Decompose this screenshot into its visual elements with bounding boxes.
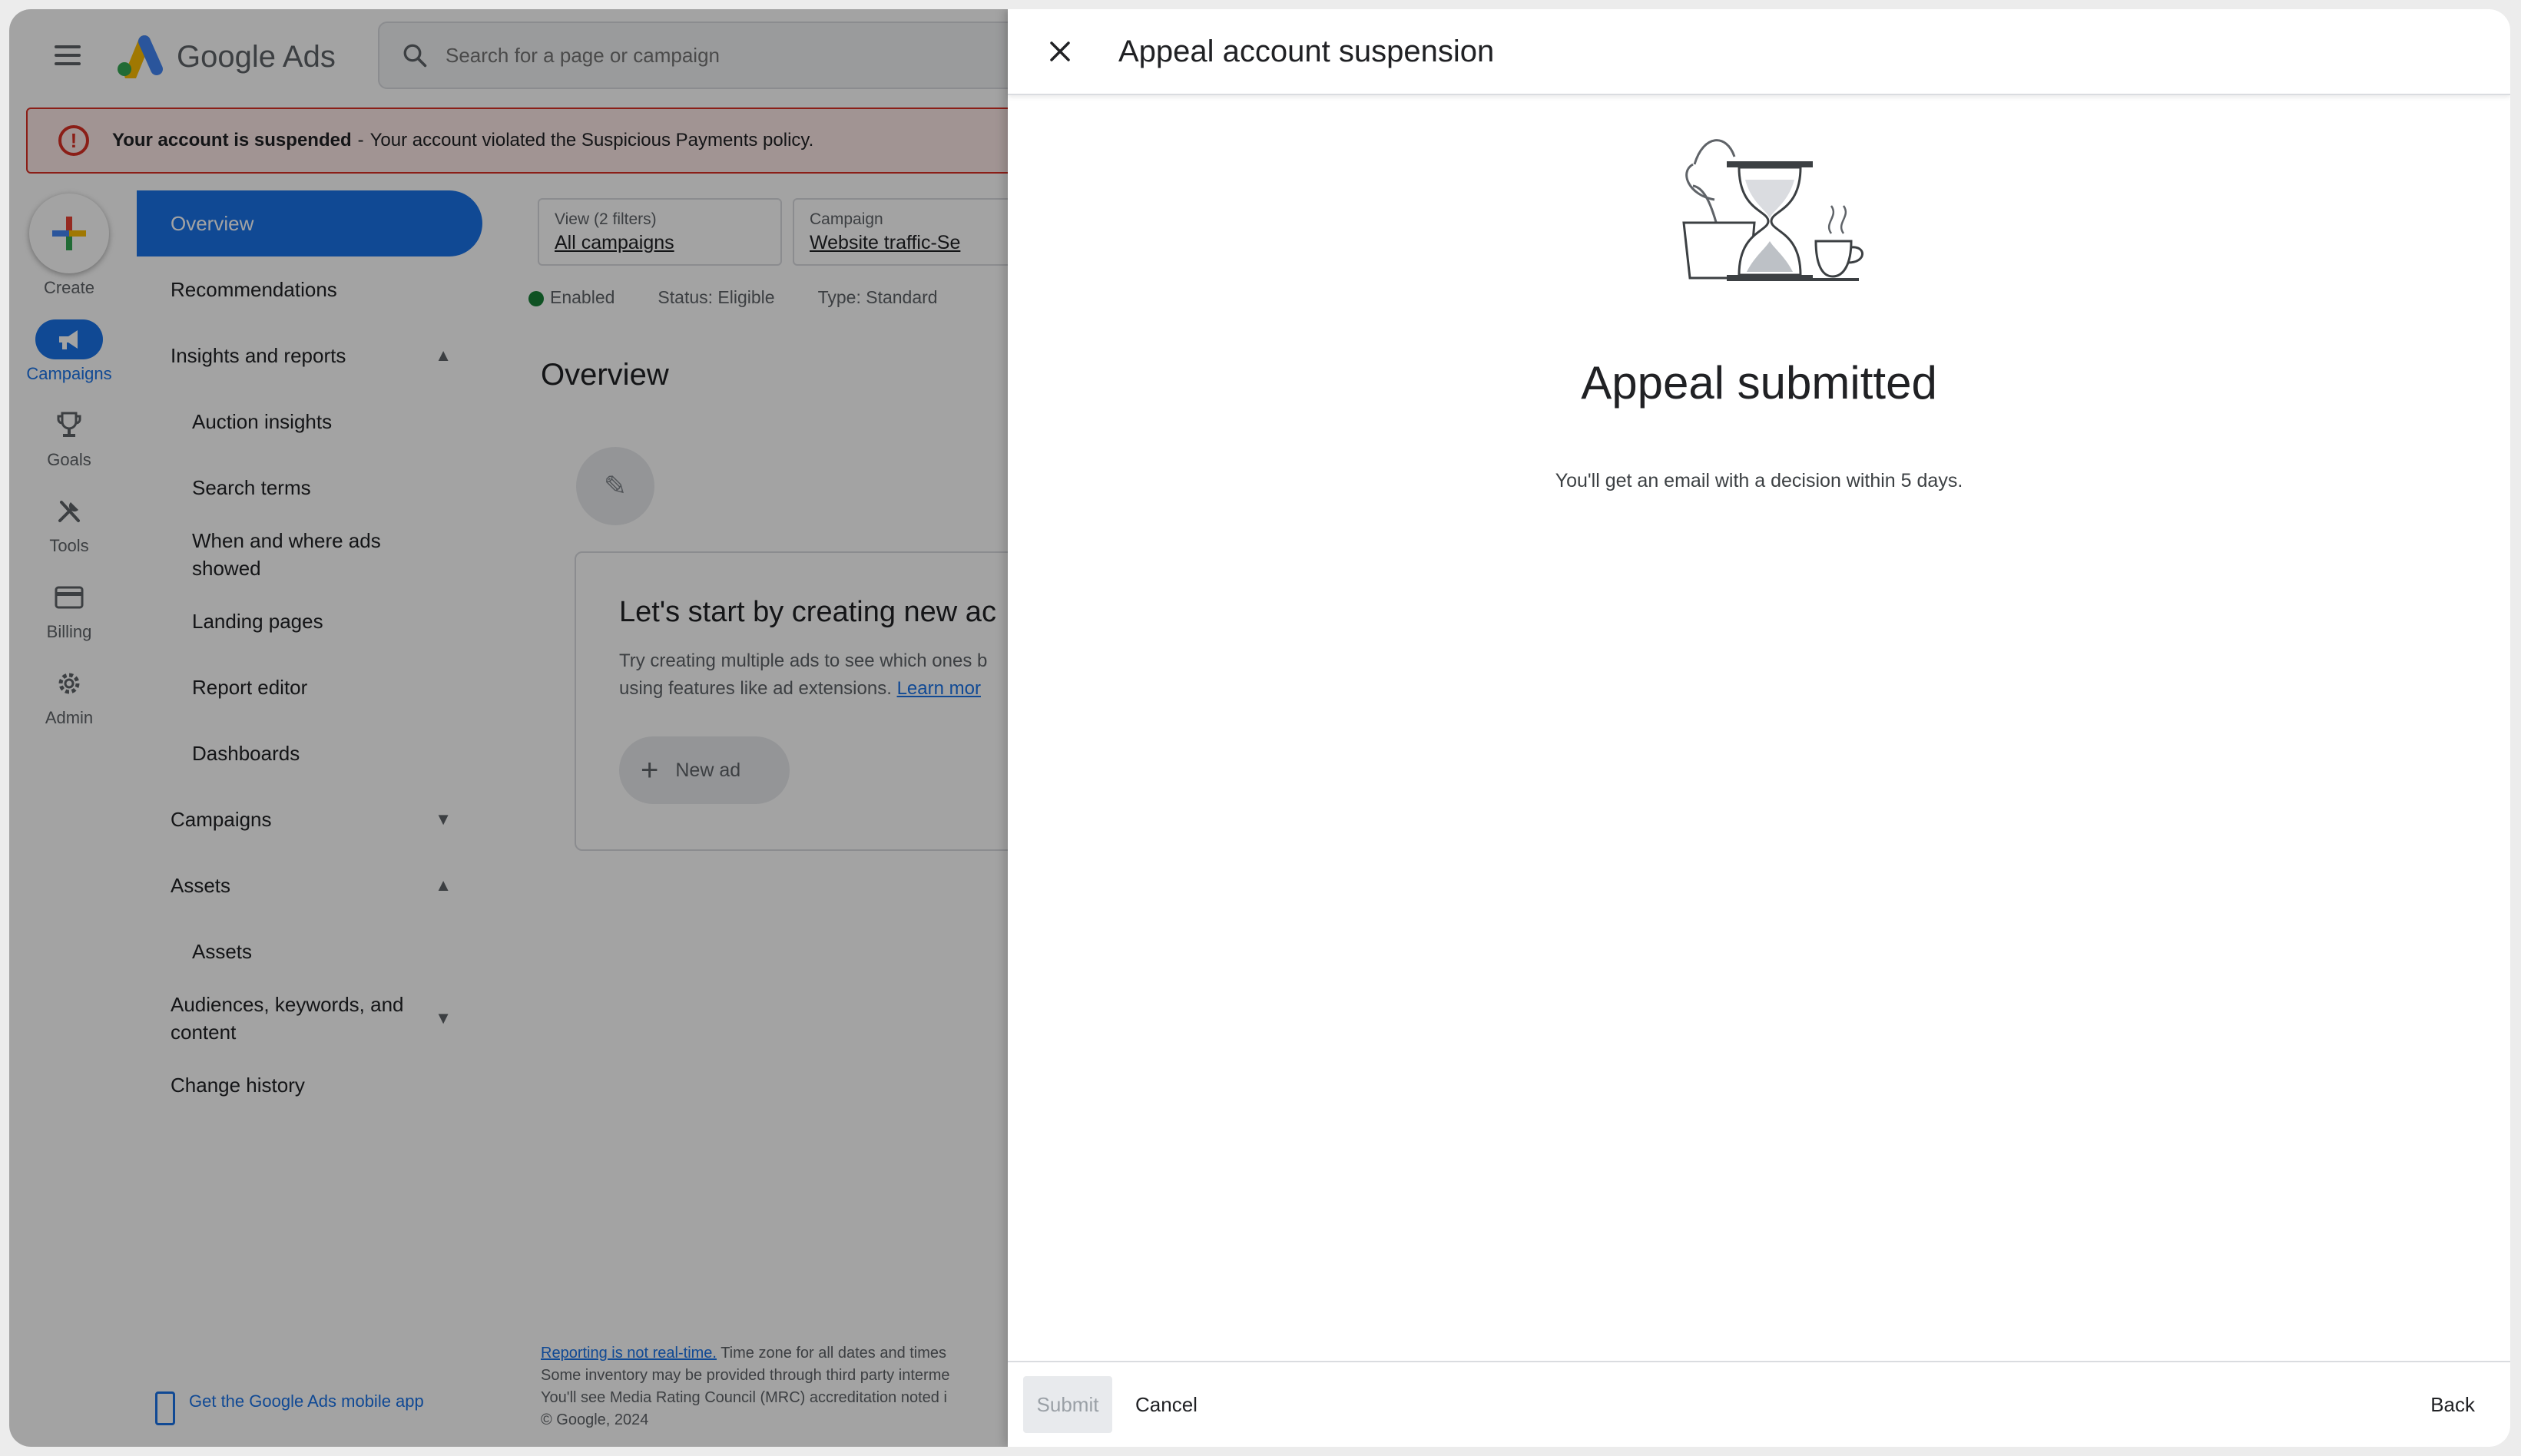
panel-title: Appeal account suspension <box>1118 34 1495 68</box>
panel-header: Appeal account suspension <box>1008 9 2510 95</box>
modal-scrim[interactable] <box>9 9 1008 1447</box>
google-ads-app: Google Ads ! Your account is suspended -… <box>9 9 1112 1447</box>
success-message: You'll get an email with a decision with… <box>1555 470 1963 491</box>
appeal-panel: Appeal account suspension Appeal submitt… <box>1008 9 2510 1447</box>
close-icon[interactable] <box>1039 30 1082 73</box>
success-title: Appeal submitted <box>1581 357 1937 409</box>
hourglass-illustration-icon <box>1682 139 1863 281</box>
browser-frame: Google Ads ! Your account is suspended -… <box>9 9 2510 1447</box>
cancel-button[interactable]: Cancel <box>1135 1393 1198 1417</box>
back-button[interactable]: Back <box>2430 1393 2475 1417</box>
submit-button[interactable]: Submit <box>1023 1376 1112 1433</box>
panel-footer: Submit Cancel Back <box>1008 1361 2510 1447</box>
